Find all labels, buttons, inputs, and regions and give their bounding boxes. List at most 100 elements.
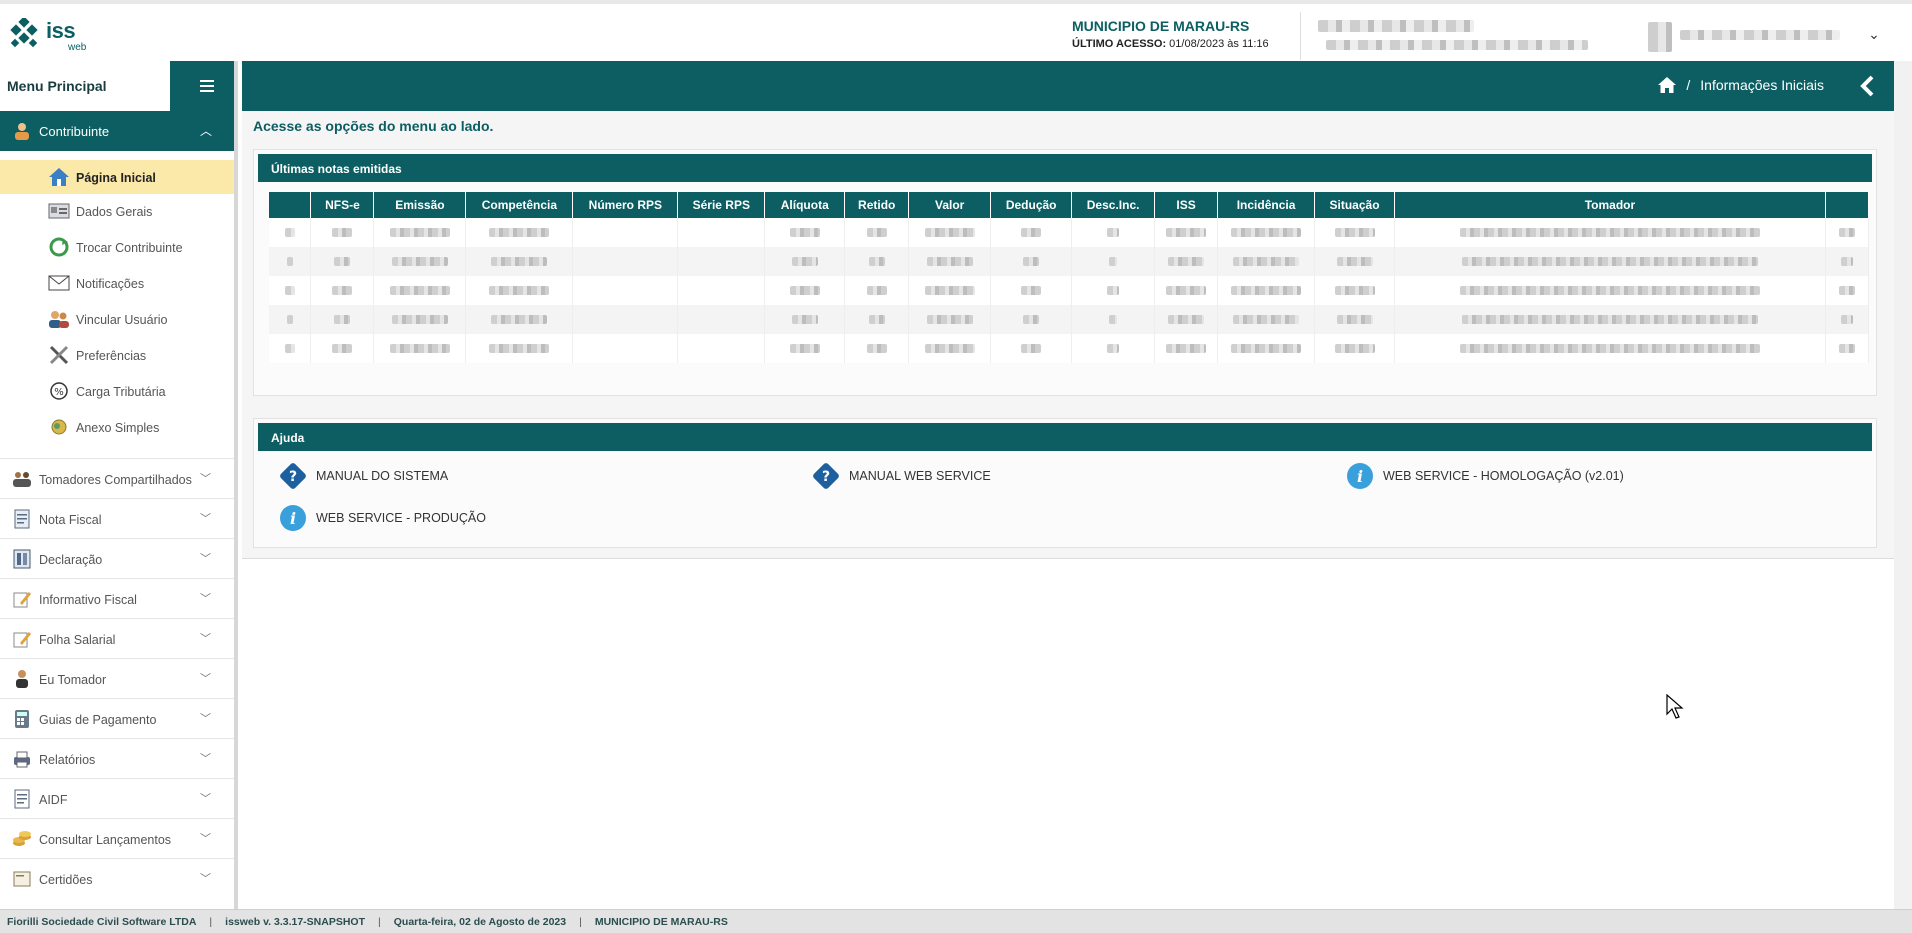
menu-toggle-button[interactable] [170, 61, 234, 111]
sidebar-section-contribuinte[interactable]: Contribuinte ︿ [0, 111, 234, 151]
help-link-ws-homologacao[interactable]: i WEB SERVICE - HOMOLOGAÇÃO (v2.01) [1345, 461, 1624, 491]
sidebar-item-notificacoes[interactable]: Notificações [0, 266, 234, 300]
help-link-manual-sistema[interactable]: ? MANUAL DO SISTEMA [278, 461, 448, 491]
table-row[interactable] [269, 276, 1870, 305]
footer-separator: | [378, 915, 381, 928]
table-cell [465, 218, 574, 247]
sidebar-item-eu-tomador[interactable]: Eu Tomador ﹀ [0, 658, 234, 698]
sidebar-item-carga-tributaria[interactable]: % Carga Tributária [0, 374, 234, 408]
ledger-icon [13, 549, 31, 569]
column-header[interactable]: NFS-e [310, 192, 375, 218]
sidebar-item-anexo-simples[interactable]: Anexo Simples [0, 410, 234, 444]
chevron-down-icon: ﹀ [200, 793, 211, 805]
hamburger-icon [200, 80, 214, 82]
table-cell [1394, 247, 1826, 276]
redacted-value [334, 257, 351, 266]
help-link-ws-producao[interactable]: i WEB SERVICE - PRODUÇÃO [278, 503, 486, 533]
footer-version: issweb v. 3.3.17-SNAPSHOT [225, 915, 366, 928]
redacted-value [1336, 257, 1373, 266]
sidebar-item-guias-de-pagamento[interactable]: Guias de Pagamento ﹀ [0, 698, 234, 738]
sidebar-item-dados-gerais[interactable]: Dados Gerais [0, 194, 234, 228]
table-cell [908, 334, 992, 363]
sidebar-item-label: Página Inicial [76, 171, 156, 185]
column-header[interactable]: Dedução [990, 192, 1073, 218]
redacted-value [791, 257, 818, 266]
notas-panel-title: Últimas notas emitidas [258, 154, 1872, 182]
manual-icon: ? [813, 463, 839, 489]
sidebar-section-label: Contribuinte [39, 124, 110, 139]
table-cell [465, 305, 574, 334]
sidebar-item-label: Informativo Fiscal [39, 593, 137, 607]
user-menu-chevron-down-icon[interactable]: ⌄ [1866, 26, 1882, 42]
table-cell [1217, 276, 1316, 305]
info-icon: i [280, 505, 306, 531]
redacted-value [791, 315, 818, 324]
column-header[interactable]: Incidência [1217, 192, 1316, 218]
redacted-value [1334, 228, 1375, 237]
redacted-value [1461, 257, 1758, 266]
table-cell [1314, 218, 1396, 247]
table-cell [1154, 218, 1219, 247]
table-row[interactable] [269, 247, 1870, 276]
redacted-value [1336, 315, 1373, 324]
table-row[interactable] [269, 334, 1870, 363]
column-header[interactable] [1825, 192, 1870, 218]
column-header[interactable] [269, 192, 312, 218]
chevron-down-icon: ﹀ [200, 633, 211, 645]
sidebar-item-consultar-lancamentos[interactable]: Consultar Lançamentos ﹀ [0, 818, 234, 858]
table-cell [465, 334, 574, 363]
column-header[interactable]: Desc.Inc. [1071, 192, 1156, 218]
ajuda-panel: Ajuda ? MANUAL DO SISTEMA ? MANUAL WEB S… [253, 418, 1877, 548]
sidebar-item-trocar-contribuinte[interactable]: Trocar Contribuinte [0, 230, 234, 264]
sidebar-item-preferencias[interactable]: Preferências [0, 338, 234, 372]
column-header[interactable]: Número RPS [572, 192, 679, 218]
table-cell [465, 276, 574, 305]
sidebar-item-informativo-fiscal[interactable]: Informativo Fiscal ﹀ [0, 578, 234, 618]
issweb-logo[interactable]: iss web [8, 16, 86, 54]
redacted-user-name[interactable] [1680, 30, 1840, 40]
table-cell [1071, 218, 1156, 247]
redacted-value [1107, 286, 1120, 295]
sidebar-item-relatorios[interactable]: Relatórios ﹀ [0, 738, 234, 778]
table-cell [310, 247, 375, 276]
table-cell [844, 218, 910, 247]
table-cell [1394, 276, 1826, 305]
column-header[interactable]: ISS [1154, 192, 1219, 218]
redacted-value [1838, 228, 1855, 237]
table-row[interactable] [269, 218, 1870, 247]
column-header[interactable]: Emissão [373, 192, 467, 218]
column-header[interactable]: Valor [908, 192, 992, 218]
sidebar-item-vincular-usuario[interactable]: Vincular Usuário [0, 302, 234, 336]
page-scrollbar[interactable] [1894, 61, 1912, 909]
redacted-value [1107, 228, 1120, 237]
person-icon [16, 670, 28, 688]
redacted-value [789, 286, 820, 295]
help-link-manual-web-service[interactable]: ? MANUAL WEB SERVICE [811, 461, 991, 491]
home-icon[interactable] [1658, 77, 1677, 93]
sidebar-item-certidoes[interactable]: Certidões ﹀ [0, 858, 234, 898]
sidebar-item-folha-salarial[interactable]: Folha Salarial ﹀ [0, 618, 234, 658]
printer-icon [14, 751, 30, 768]
sidebar-item-nota-fiscal[interactable]: Nota Fiscal ﹀ [0, 498, 234, 538]
redacted-value [1021, 286, 1042, 295]
column-header[interactable]: Retido [844, 192, 910, 218]
column-header[interactable]: Série RPS [677, 192, 766, 218]
document-icon [14, 789, 30, 809]
sidebar-item-aidf[interactable]: AIDF ﹀ [0, 778, 234, 818]
column-header[interactable]: Situação [1314, 192, 1396, 218]
table-row[interactable] [269, 305, 1870, 334]
sidebar-item-pagina-inicial[interactable]: Página Inicial [0, 160, 234, 194]
redacted-value [1107, 344, 1120, 353]
sidebar-item-declaracao[interactable]: Declaração ﹀ [0, 538, 234, 578]
column-header[interactable]: Competência [465, 192, 574, 218]
column-header[interactable]: Alíquota [764, 192, 846, 218]
table-cell [1394, 305, 1826, 334]
sidebar-item-tomadores-compartilhados[interactable]: Tomadores Compartilhados ﹀ [0, 458, 234, 498]
notas-table: NFS-e Emissão Competência Número RPS Sér… [269, 192, 1870, 363]
footer-municipio: MUNICIPIO DE MARAU-RS [594, 915, 728, 928]
chevron-left-icon[interactable] [1860, 75, 1876, 97]
column-header[interactable]: Tomador [1394, 192, 1826, 218]
table-cell [1825, 247, 1870, 276]
table-cell [269, 305, 312, 334]
redacted-user-avatar[interactable] [1648, 22, 1672, 52]
